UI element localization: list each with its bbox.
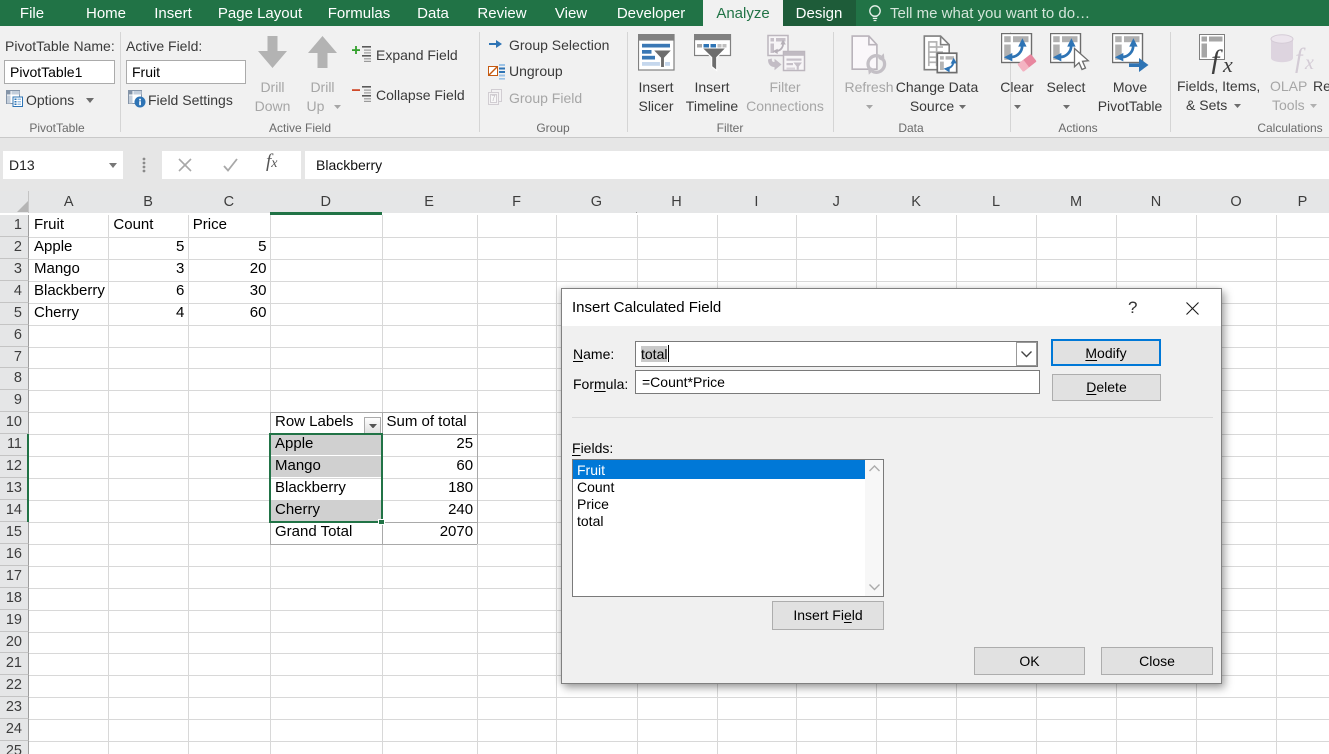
svg-text:x: x (1304, 52, 1314, 74)
svg-text:7: 7 (491, 94, 496, 103)
svg-text:x: x (1222, 52, 1233, 74)
